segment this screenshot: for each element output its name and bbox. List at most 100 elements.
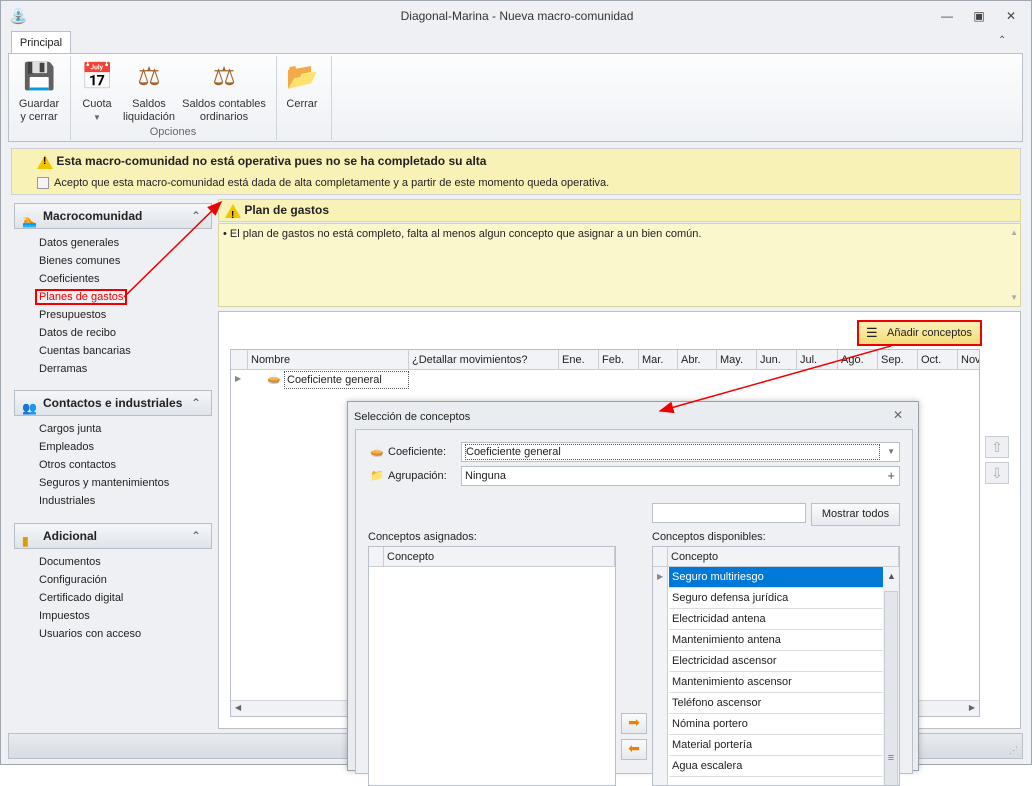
move-up-button[interactable]: ⇧ bbox=[985, 436, 1009, 458]
select-concepts-dialog: Selección de conceptos ✕ 🥧 Coeficiente: … bbox=[347, 401, 919, 786]
scales-icon: ⚖ bbox=[137, 61, 161, 91]
sidebar-item[interactable]: Cuentas bancarias bbox=[14, 342, 212, 360]
sidebar-item[interactable]: Certificado digital bbox=[14, 589, 212, 607]
warning-icon bbox=[37, 154, 53, 169]
cuota-button[interactable]: 📅 Cuota ▼ bbox=[77, 60, 117, 124]
sidebar-item[interactable]: Seguros y mantenimientos bbox=[14, 474, 212, 492]
row-indicator-header bbox=[231, 350, 248, 370]
chevron-up-icon[interactable]: ⌃ bbox=[191, 391, 201, 415]
sidebar-item[interactable]: Presupuestos bbox=[14, 306, 212, 324]
list-item[interactable]: Electricidad ascensor bbox=[669, 651, 883, 672]
sidebar-item[interactable]: Impuestos bbox=[14, 607, 212, 625]
column-header[interactable]: Concepto bbox=[384, 547, 615, 567]
sidebar-item[interactable]: Cargos junta bbox=[14, 420, 212, 438]
plan-header: Plan de gastos bbox=[218, 199, 1021, 226]
column-header[interactable]: Ago. bbox=[838, 350, 878, 370]
row-indicator-icon: ▶ bbox=[657, 572, 664, 581]
sidebar-item[interactable]: Usuarios con acceso bbox=[14, 625, 212, 643]
column-header[interactable]: May. bbox=[717, 350, 757, 370]
sidebar-item[interactable]: Datos de recibo bbox=[14, 324, 212, 342]
column-header[interactable]: Abr. bbox=[678, 350, 717, 370]
tab-principal[interactable]: Principal bbox=[11, 31, 71, 54]
scroll-up-icon[interactable]: ▲ bbox=[887, 571, 896, 581]
list-item[interactable]: Nómina portero bbox=[669, 714, 883, 735]
add-concepts-button[interactable]: ☰ Añadir conceptos bbox=[857, 320, 982, 346]
ribbon-group-label: Opciones bbox=[149, 126, 197, 138]
column-header[interactable]: Nombre bbox=[248, 350, 409, 370]
group-header[interactable]: 👥 Contactos e industriales ⌃ bbox=[14, 390, 212, 416]
column-header[interactable]: Concepto bbox=[668, 547, 899, 567]
accept-checkbox[interactable]: Acepto que esta macro-comunidad está dad… bbox=[37, 177, 609, 190]
column-header[interactable]: Nov bbox=[958, 350, 979, 370]
sidebar-item[interactable]: Documentos bbox=[14, 553, 212, 571]
column-header[interactable]: Feb. bbox=[599, 350, 639, 370]
available-grid: Concepto ▶ Seguro multiriesgo Seguro def… bbox=[652, 546, 900, 786]
sidebar-item[interactable]: Configuración bbox=[14, 571, 212, 589]
sidebar-item[interactable]: Coeficientes bbox=[14, 270, 212, 288]
sidebar-item[interactable]: Bienes comunes bbox=[14, 252, 212, 270]
column-header[interactable]: Ene. bbox=[559, 350, 599, 370]
warning-icon bbox=[225, 203, 241, 226]
calendar-coins-icon: 📅 bbox=[81, 61, 114, 91]
move-down-button[interactable]: ⇩ bbox=[985, 462, 1009, 484]
vertical-scrollbar[interactable]: ▲ ≡ bbox=[883, 567, 899, 785]
column-header[interactable]: Oct. bbox=[918, 350, 958, 370]
sidebar-group-macrocomunidad: 🏊 Macrocomunidad ⌃ Datos generales Bienes … bbox=[14, 203, 212, 378]
sidebar-item-selected[interactable]: Planes de gastos bbox=[14, 288, 212, 306]
chevron-up-icon[interactable]: ⌃ bbox=[191, 204, 201, 228]
group-header[interactable]: 🏊 Macrocomunidad ⌃ bbox=[14, 203, 212, 229]
scrollbar-thumb[interactable]: ≡ bbox=[884, 591, 898, 785]
agrup-combo[interactable]: Ninguna + bbox=[461, 466, 900, 486]
dialog-close-icon[interactable]: ✕ bbox=[893, 408, 903, 422]
save-close-button[interactable]: 💾 Guardar y cerrar bbox=[15, 60, 63, 124]
row-indicator-header bbox=[369, 547, 384, 567]
restore-button[interactable]: ▣ bbox=[969, 7, 989, 25]
column-header[interactable]: Jun. bbox=[757, 350, 797, 370]
row-indicator-header bbox=[653, 547, 668, 567]
search-input[interactable] bbox=[652, 503, 806, 523]
sidebar-item[interactable]: Derramas bbox=[14, 360, 212, 378]
saldos-liquidacion-button[interactable]: ⚖ Saldos liquidación bbox=[121, 60, 177, 124]
checkbox-icon[interactable] bbox=[37, 177, 49, 190]
column-header[interactable]: Mar. bbox=[639, 350, 678, 370]
pie-chart-icon: 🥧 bbox=[370, 446, 384, 458]
plus-icon[interactable]: + bbox=[887, 467, 895, 485]
row-indicator-icon: ▶ bbox=[235, 374, 242, 383]
resize-grip-icon[interactable]: ⋰ bbox=[1009, 745, 1018, 756]
list-item-selected[interactable]: Seguro multiriesgo bbox=[669, 567, 883, 588]
scroll-up-icon[interactable]: ▲ bbox=[1010, 228, 1018, 237]
column-header[interactable]: Jul. bbox=[797, 350, 838, 370]
divider bbox=[276, 56, 277, 140]
unassign-arrow-button[interactable]: ⬅ bbox=[621, 739, 647, 760]
table-row[interactable]: Coeficiente general bbox=[284, 371, 409, 389]
list-item[interactable]: Seguro defensa jurídica bbox=[669, 588, 883, 609]
assigned-label: Conceptos asignados: bbox=[368, 531, 477, 543]
operational-alert: Esta macro-comunidad no está operativa p… bbox=[11, 148, 1021, 195]
column-header[interactable]: Sep. bbox=[878, 350, 918, 370]
cerrar-button[interactable]: 📂 Cerrar bbox=[281, 60, 323, 111]
column-header[interactable]: ¿Detallar movimientos? bbox=[409, 350, 559, 370]
list-item[interactable]: Mantenimiento ascensor bbox=[669, 672, 883, 693]
close-button[interactable]: ✕ bbox=[1001, 7, 1021, 25]
scroll-down-icon[interactable]: ▼ bbox=[1010, 293, 1018, 302]
list-item[interactable]: Material portería bbox=[669, 735, 883, 756]
chevron-up-icon[interactable]: ⌃ bbox=[191, 524, 201, 548]
list-item[interactable]: Teléfono ascensor bbox=[669, 693, 883, 714]
list-item[interactable]: Agua escalera bbox=[669, 756, 883, 777]
saldos-contables-button[interactable]: ⚖ Saldos contables ordinarios bbox=[181, 60, 267, 124]
sidebar-item[interactable]: Industriales bbox=[14, 492, 212, 510]
assigned-grid[interactable]: Concepto bbox=[368, 546, 616, 786]
collapse-ribbon-icon[interactable]: ⌃ bbox=[998, 35, 1006, 46]
coef-combo[interactable]: Coeficiente general ▼ bbox=[461, 442, 900, 462]
list-item[interactable]: Electricidad antena bbox=[669, 609, 883, 630]
alert-message: Esta macro-comunidad no está operativa p… bbox=[56, 154, 487, 168]
minimize-button[interactable]: — bbox=[937, 7, 957, 25]
sidebar-item[interactable]: Otros contactos bbox=[14, 456, 212, 474]
sidebar-item[interactable]: Datos generales bbox=[14, 234, 212, 252]
list-item[interactable]: Mantenimiento antena bbox=[669, 630, 883, 651]
show-all-button[interactable]: Mostrar todos bbox=[811, 503, 900, 526]
assign-arrow-button[interactable]: ➡ bbox=[621, 713, 647, 734]
chevron-down-icon[interactable]: ▼ bbox=[887, 443, 895, 461]
sidebar-item[interactable]: Empleados bbox=[14, 438, 212, 456]
group-header[interactable]: ▮ Adicional ⌃ bbox=[14, 523, 212, 549]
